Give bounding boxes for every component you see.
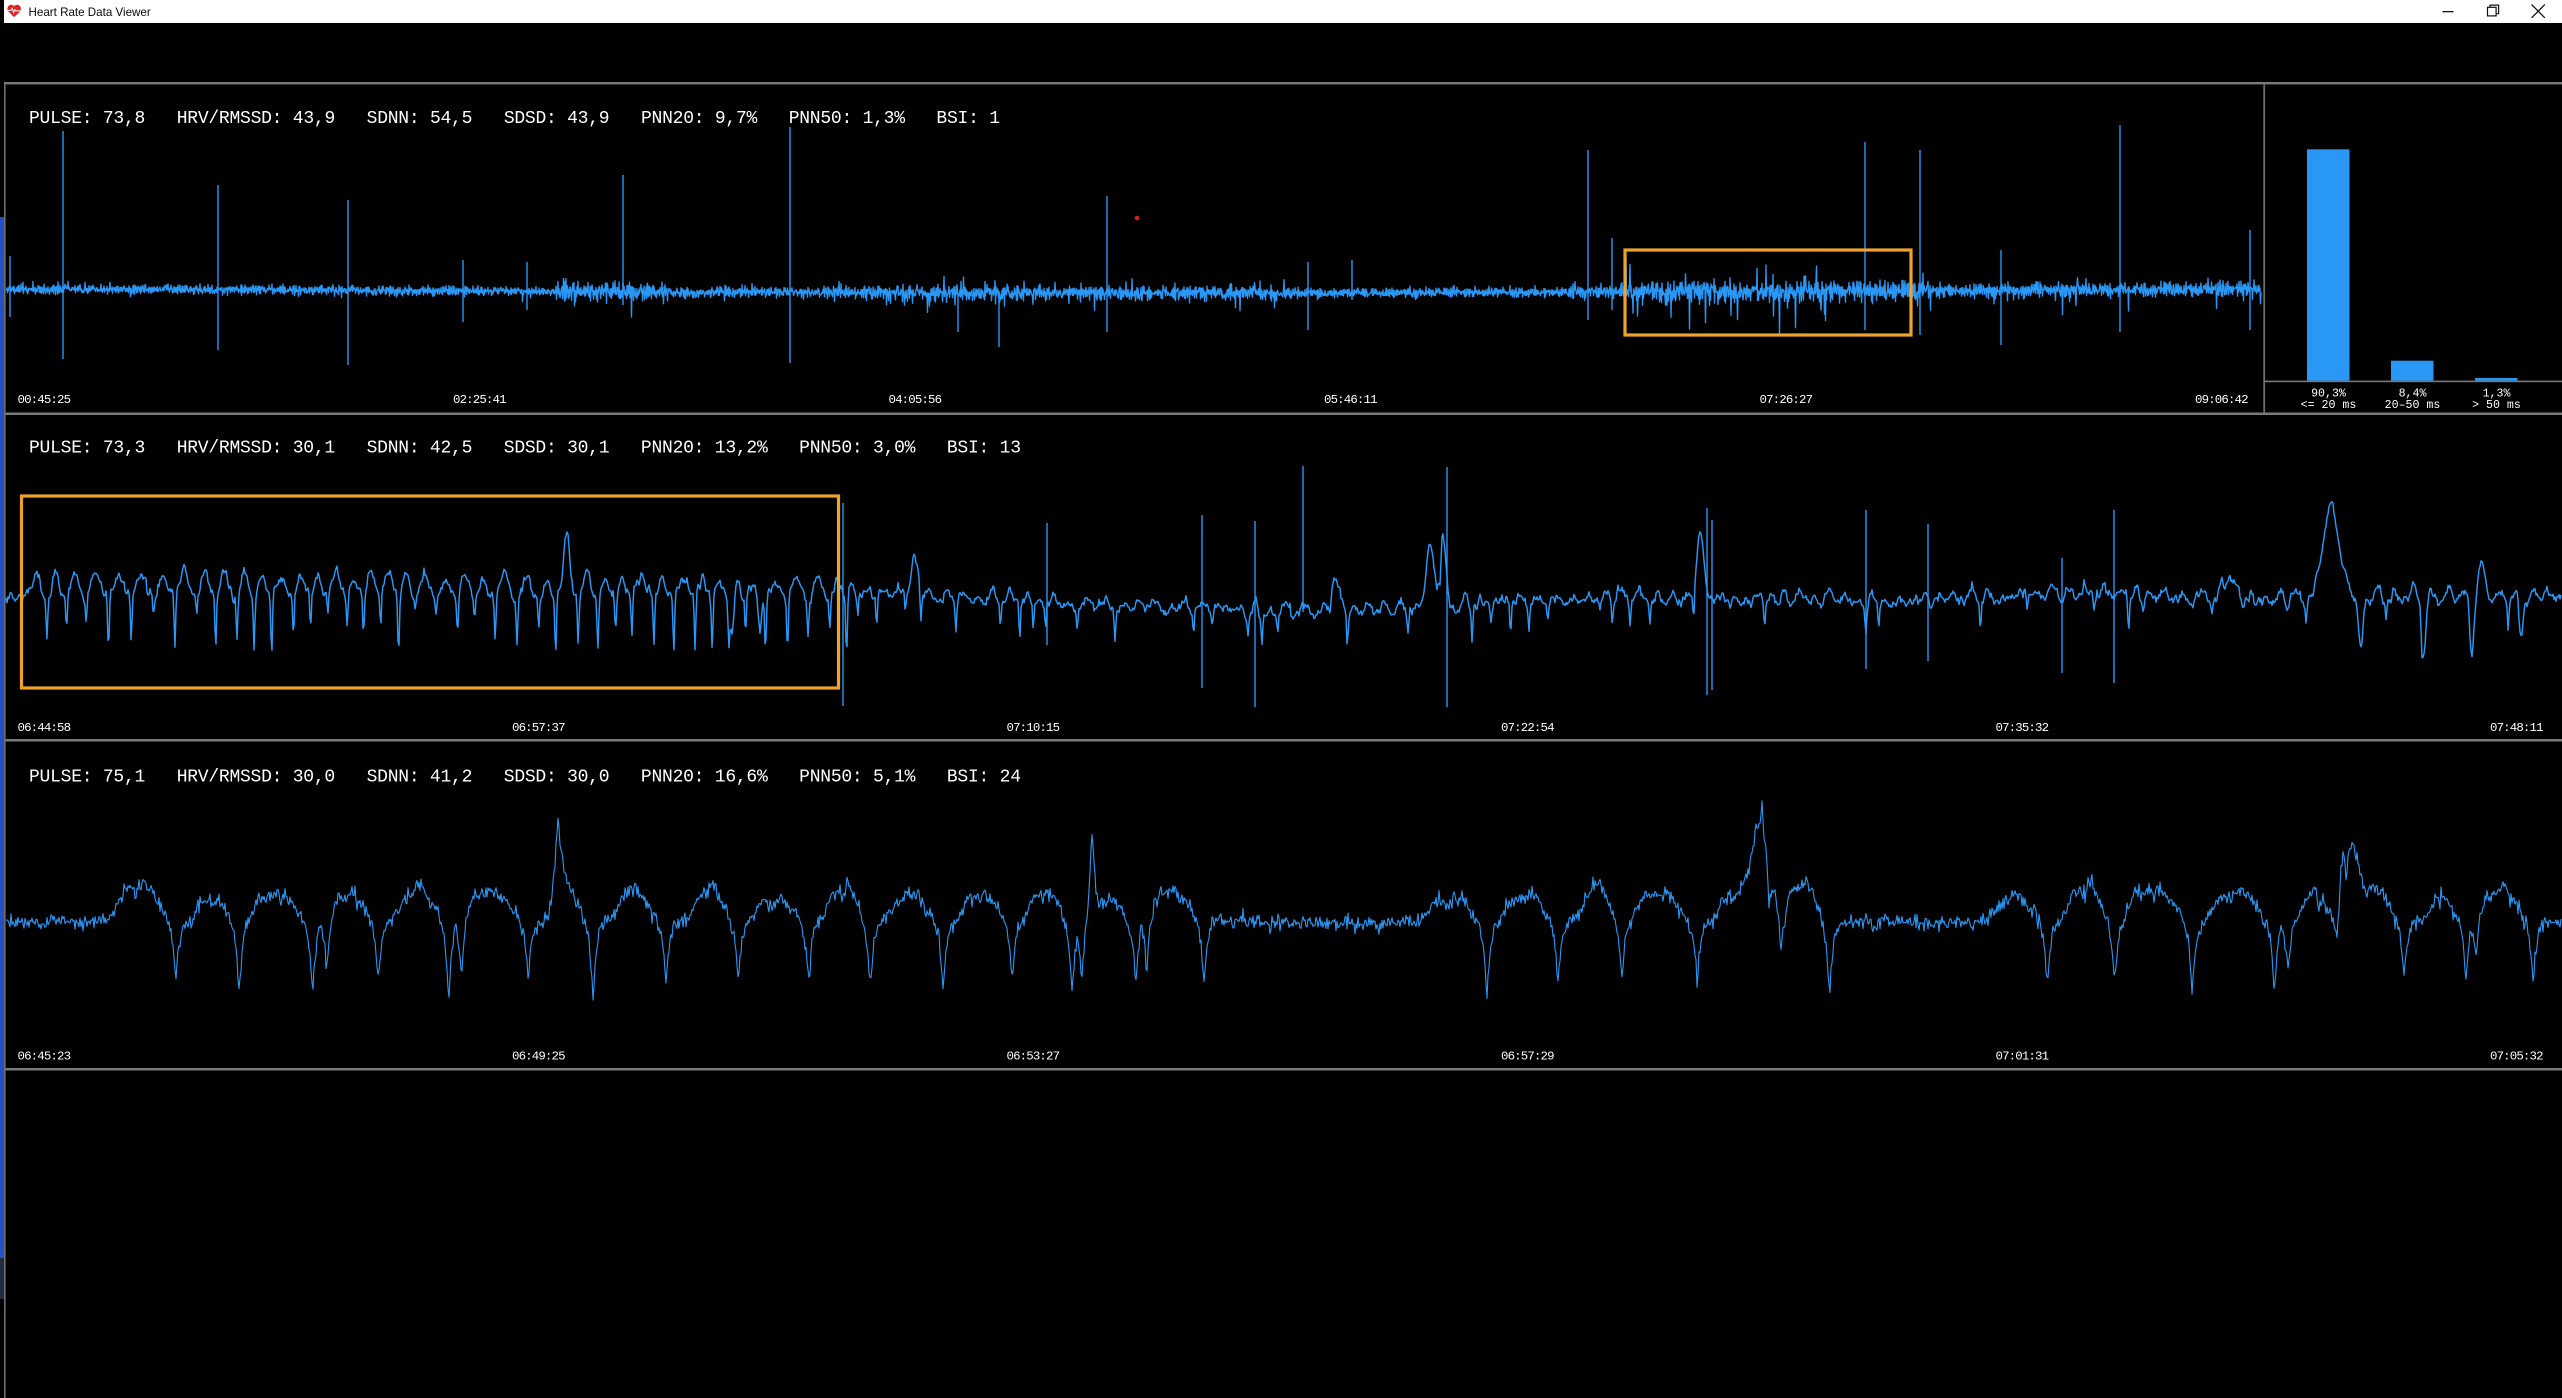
- svg-text:02:25:41: 02:25:41: [453, 393, 507, 407]
- svg-text:06:57:37: 06:57:37: [512, 721, 566, 735]
- svg-text:07:35:32: 07:35:32: [1996, 721, 2050, 735]
- svg-text:07:10:15: 07:10:15: [1007, 721, 1061, 735]
- svg-text:07:05:32: 07:05:32: [2490, 1050, 2544, 1064]
- svg-text:09:06:42: 09:06:42: [2195, 393, 2249, 407]
- svg-text:05:46:11: 05:46:11: [1324, 393, 1378, 407]
- svg-text:> 50 ms: > 50 ms: [2472, 399, 2521, 412]
- svg-text:07:22:54: 07:22:54: [1501, 721, 1555, 735]
- svg-text:PULSE: 73,3 HRV/RMSSD: 30,1: PULSE: 73,3 HRV/RMSSD: 30,1 SDNN: 42,5 S…: [29, 439, 1021, 459]
- svg-text:Heart Rate Data Viewer: Heart Rate Data Viewer: [29, 6, 151, 19]
- svg-text:04:05:56: 04:05:56: [889, 393, 943, 407]
- svg-text:<= 20 ms: <= 20 ms: [2301, 399, 2357, 412]
- svg-text:06:49:25: 06:49:25: [512, 1050, 566, 1064]
- svg-text:07:01:31: 07:01:31: [1996, 1050, 2050, 1064]
- svg-text:06:44:58: 06:44:58: [18, 721, 72, 735]
- svg-text:PULSE: 73,8 HRV/RMSSD: 43,9: PULSE: 73,8 HRV/RMSSD: 43,9 SDNN: 54,5 S…: [29, 109, 1000, 129]
- svg-text:06:57:29: 06:57:29: [1501, 1050, 1555, 1064]
- svg-text:06:45:23: 06:45:23: [18, 1050, 72, 1064]
- svg-text:PULSE: 75,1 HRV/RMSSD: 30,0: PULSE: 75,1 HRV/RMSSD: 30,0 SDNN: 41,2 S…: [29, 768, 1021, 788]
- svg-text:07:26:27: 07:26:27: [1760, 393, 1814, 407]
- svg-text:07:48:11: 07:48:11: [2490, 721, 2544, 735]
- svg-text:06:53:27: 06:53:27: [1007, 1050, 1061, 1064]
- svg-text:20–50 ms: 20–50 ms: [2385, 399, 2441, 412]
- svg-text:00:45:25: 00:45:25: [18, 393, 72, 407]
